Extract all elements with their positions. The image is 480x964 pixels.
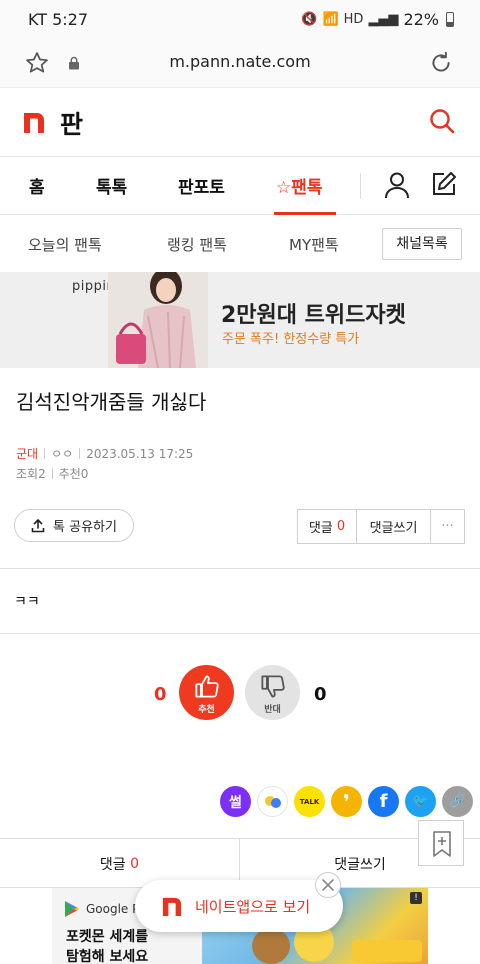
oppose-label: 반대 bbox=[264, 705, 281, 715]
ad-game-subtitle: 탐험해 보세요 bbox=[66, 949, 149, 964]
bottom-comment-count: 0 bbox=[130, 855, 140, 872]
ad-banner[interactable]: pippin. 2만원대 트위드자켓 주문 폭주! 한정수량 특가 bbox=[0, 272, 480, 368]
main-nav: 홈 톡톡 판포토 ☆팬톡 bbox=[0, 157, 480, 215]
share-label: 톡 공유하기 bbox=[53, 520, 117, 535]
sub-nav-today[interactable]: 오늘의 팬톡 bbox=[28, 234, 102, 255]
ad-headline: 2만원대 트위드자켓 bbox=[221, 303, 406, 328]
nate-logo-icon bbox=[162, 897, 182, 916]
kakaotalk-icon[interactable]: TALK bbox=[294, 786, 325, 817]
oppose-button[interactable]: 반대 bbox=[245, 665, 300, 720]
meta-separator bbox=[79, 448, 81, 459]
link-icon[interactable]: 🔗 bbox=[442, 786, 473, 817]
share-icon bbox=[31, 518, 45, 532]
meta-separator bbox=[51, 468, 53, 479]
signal-icon: ▂▄▆ bbox=[368, 11, 399, 27]
share-button[interactable]: 톡 공유하기 bbox=[14, 509, 134, 542]
status-bar: KT 5:27 🔇 📶 HD ▂▄▆ 22% bbox=[0, 0, 480, 38]
band-icon[interactable] bbox=[257, 786, 288, 817]
site-header: 판 bbox=[0, 89, 480, 157]
comment-count: 0 bbox=[336, 519, 346, 534]
thumbs-up-icon bbox=[195, 675, 219, 698]
browser-url-bar: m.pann.nate.com bbox=[0, 38, 480, 88]
open-in-app-popup[interactable]: 네이트앱으로 보기 bbox=[135, 880, 343, 932]
post-stats: 조회2 추천0 bbox=[16, 465, 88, 482]
wifi-icon: 📶 bbox=[322, 11, 339, 27]
post-body: ㅋㅋ bbox=[14, 594, 40, 610]
popup-close-button[interactable] bbox=[315, 872, 341, 898]
carrier-time: KT 5:27 bbox=[28, 9, 89, 29]
ad-info-icon[interactable]: ! bbox=[410, 892, 422, 904]
thumbs-down-icon bbox=[261, 675, 285, 698]
channel-list-button[interactable]: 채널목록 bbox=[382, 228, 462, 260]
bottom-comment-label: 댓글 bbox=[99, 856, 126, 873]
recommend-count: 0 bbox=[154, 684, 167, 705]
kakaostory-icon[interactable]: ❜ bbox=[331, 786, 362, 817]
reload-icon[interactable] bbox=[428, 50, 454, 76]
band-shape-icon bbox=[264, 795, 281, 808]
meta-separator bbox=[44, 448, 46, 459]
post-title: 김석진악개줌들 개싫다 bbox=[16, 390, 207, 414]
nav-fantok[interactable]: ☆팬톡 bbox=[276, 173, 323, 198]
comment-label: 댓글 bbox=[308, 521, 333, 536]
nav-divider bbox=[360, 173, 361, 199]
ad-game-logo bbox=[352, 940, 422, 962]
status-icons: 🔇 📶 HD ▂▄▆ 22% bbox=[301, 10, 454, 29]
divider bbox=[0, 568, 480, 569]
recommend-label: 추천 bbox=[198, 705, 215, 715]
nav-panphoto[interactable]: 판포토 bbox=[178, 173, 225, 198]
battery-icon bbox=[446, 11, 454, 27]
nav-toktok[interactable]: 톡톡 bbox=[96, 173, 127, 198]
post-date: 2023.05.13 17:25 bbox=[86, 446, 194, 461]
ad-game-title: 포켓몬 세계를 bbox=[66, 929, 149, 945]
write-comment-button[interactable]: 댓글쓰기 bbox=[357, 510, 431, 543]
nav-home[interactable]: 홈 bbox=[29, 173, 45, 198]
google-play-icon bbox=[65, 901, 79, 917]
divider bbox=[0, 633, 480, 634]
post-category[interactable]: 군대 bbox=[16, 445, 38, 462]
post-meta: 군대 ㅇㅇ 2023.05.13 17:25 bbox=[16, 445, 193, 462]
post-author: ㅇㅇ bbox=[51, 447, 74, 461]
oppose-count: 0 bbox=[314, 684, 327, 705]
user-icon[interactable] bbox=[384, 171, 410, 199]
close-icon bbox=[322, 879, 334, 891]
write-post-icon[interactable] bbox=[430, 170, 458, 198]
sub-nav-ranking[interactable]: 랭킹 팬톡 bbox=[167, 234, 227, 255]
more-options-button[interactable]: ··· bbox=[431, 510, 464, 543]
twitter-icon[interactable]: 🐦 bbox=[405, 786, 436, 817]
ad-subline: 주문 폭주! 한정수량 특가 bbox=[222, 332, 360, 347]
sub-nav-my[interactable]: MY팬톡 bbox=[289, 234, 339, 255]
post-views: 조회2 bbox=[16, 467, 46, 481]
open-in-app-label: 네이트앱으로 보기 bbox=[195, 897, 311, 916]
comment-count-button[interactable]: 댓글 0 bbox=[298, 510, 357, 543]
ssul-icon[interactable]: 썰 bbox=[220, 786, 251, 817]
url-text[interactable]: m.pann.nate.com bbox=[0, 52, 480, 71]
nate-logo-icon[interactable] bbox=[22, 111, 46, 133]
recommend-button[interactable]: 추천 bbox=[179, 665, 234, 720]
comment-actions: 댓글 0 댓글쓰기 ··· bbox=[297, 509, 465, 544]
hd-icon: HD bbox=[343, 11, 364, 27]
bookmark-icon bbox=[433, 831, 451, 857]
ad-character bbox=[252, 928, 290, 964]
sns-share-row: 썰 TALK ❜ f 🐦 🔗 bbox=[220, 786, 473, 817]
nav-active-indicator bbox=[274, 212, 336, 215]
bookmark-button[interactable] bbox=[418, 820, 464, 866]
mute-icon: 🔇 bbox=[301, 11, 318, 27]
ad-model-image bbox=[108, 272, 208, 368]
post-recommends: 추천0 bbox=[58, 467, 89, 481]
sub-nav: 오늘의 팬톡 랭킹 팬톡 MY팬톡 채널목록 bbox=[0, 216, 480, 272]
battery-percent: 22% bbox=[403, 9, 439, 29]
facebook-icon[interactable]: f bbox=[368, 786, 399, 817]
search-icon[interactable] bbox=[428, 107, 456, 135]
pann-logo-text[interactable]: 판 bbox=[60, 105, 83, 141]
